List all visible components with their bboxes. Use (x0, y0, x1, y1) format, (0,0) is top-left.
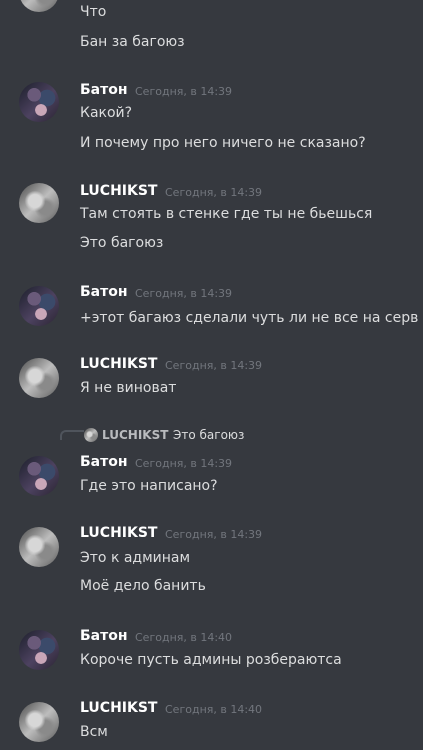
avatar[interactable] (19, 183, 59, 223)
reply-username[interactable]: LUCHIKST (102, 428, 168, 442)
username[interactable]: Батон (80, 454, 128, 470)
message-text: Там стоять в стенке где ты не бьешься (80, 206, 373, 222)
message-text: Бан за багоюз (80, 34, 185, 50)
message-text: Какой? (80, 105, 133, 121)
timestamp: Сегодня, в 14:39 (165, 528, 263, 541)
username[interactable]: LUCHIKST (80, 183, 157, 199)
reply-text[interactable]: Это багоюз (173, 428, 244, 442)
timestamp: Сегодня, в 14:40 (135, 631, 233, 644)
message-text: Короче пусть админы розбераютса (80, 652, 342, 668)
message-text: Где это написано? (80, 478, 218, 494)
message-text: +этот багаюз сделали чуть ли не все на с… (80, 310, 419, 326)
message-text: Всм (80, 724, 108, 740)
message-text: Моё дело банить (80, 578, 206, 594)
username[interactable]: LUCHIKST (80, 700, 157, 716)
username[interactable]: Батон (80, 82, 128, 98)
reply-connector (60, 430, 84, 440)
timestamp: Сегодня, в 14:39 (135, 457, 233, 470)
avatar[interactable] (19, 702, 59, 742)
reply-avatar (84, 428, 98, 442)
avatar[interactable] (19, 286, 59, 326)
message-text: Что (80, 4, 107, 20)
timestamp: Сегодня, в 14:39 (165, 359, 263, 372)
timestamp: Сегодня, в 14:40 (165, 703, 263, 716)
avatar[interactable] (19, 0, 59, 12)
avatar[interactable] (19, 527, 59, 567)
message-text: Я не виноват (80, 380, 177, 396)
avatar[interactable] (19, 358, 59, 398)
message-text: Это к админам (80, 550, 191, 566)
timestamp: Сегодня, в 14:39 (135, 85, 233, 98)
username[interactable]: LUCHIKST (80, 525, 157, 541)
username[interactable]: LUCHIKST (80, 356, 157, 372)
avatar[interactable] (19, 82, 59, 122)
message-text: И почему про него ничего не сказано? (80, 135, 366, 151)
username[interactable]: Батон (80, 284, 128, 300)
message-text: Это багоюз (80, 235, 164, 251)
timestamp: Сегодня, в 14:39 (165, 186, 263, 199)
avatar[interactable] (19, 630, 59, 670)
timestamp: Сегодня, в 14:39 (135, 287, 233, 300)
username[interactable]: Батон (80, 628, 128, 644)
avatar[interactable] (19, 456, 59, 496)
